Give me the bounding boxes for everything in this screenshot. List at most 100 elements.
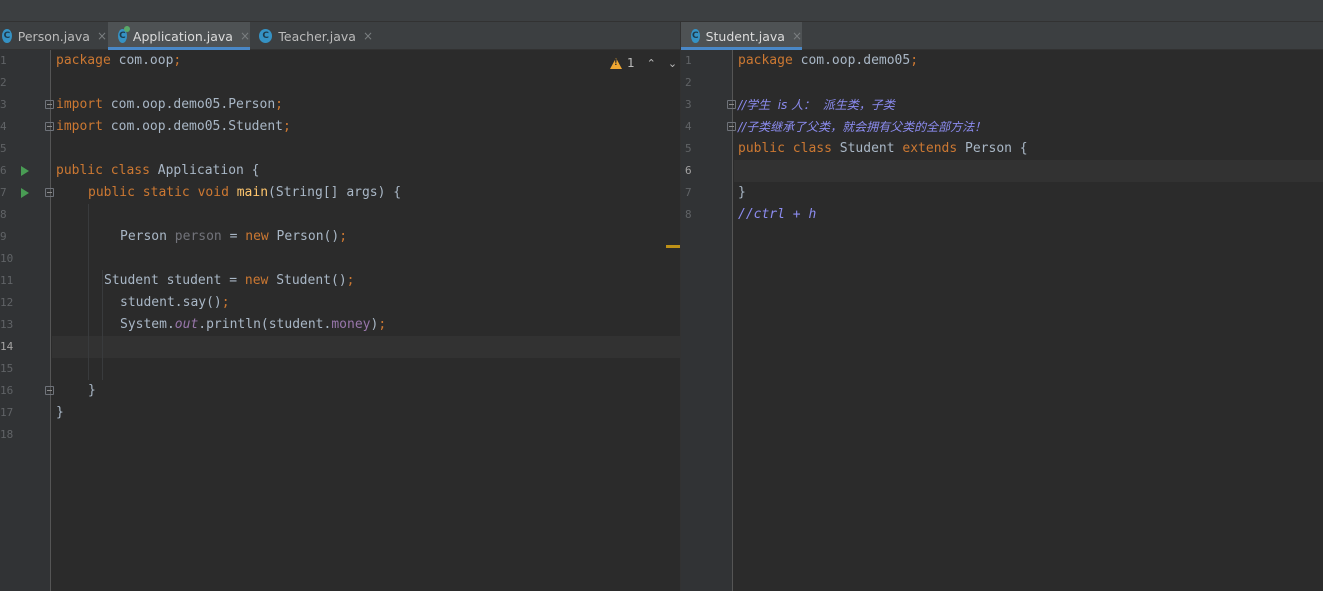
fold-icon[interactable]: [727, 100, 736, 109]
chevron-down-icon[interactable]: ⌄: [668, 57, 677, 70]
close-icon[interactable]: ×: [97, 29, 107, 43]
line-number: 3: [0, 98, 7, 111]
tab-label: Application.java: [132, 28, 233, 44]
keyword: public: [88, 185, 135, 200]
keyword: public: [738, 141, 785, 156]
keyword: class: [110, 163, 150, 178]
line-number: 11: [0, 274, 14, 287]
keyword: class: [792, 141, 832, 156]
fold-icon[interactable]: [45, 100, 54, 109]
tab-application-java[interactable]: C Application.java ×: [108, 22, 250, 50]
indent-guide: [88, 204, 89, 380]
code-line-9: Person person = new Person();: [120, 226, 347, 248]
semicolon: ;: [173, 53, 182, 68]
code-text: System.: [120, 317, 175, 332]
line-number: 6: [0, 164, 7, 177]
line-number: 16: [0, 384, 14, 397]
line-number: 5: [0, 142, 7, 155]
code-text: Student: [831, 141, 903, 156]
line-number: 9: [0, 230, 7, 243]
line-number: 8: [685, 208, 692, 221]
unused-variable: person: [174, 229, 222, 244]
code-line-11: Student student = new Student();: [104, 270, 354, 292]
code-line-3-comment: //学生 is 人： 派生类，子类: [738, 98, 895, 112]
keyword: new: [245, 229, 269, 244]
class-c-icon: C: [2, 29, 12, 43]
semicolon: ;: [339, 229, 348, 244]
keyword: extends: [902, 141, 958, 156]
code-line-3: import com.oop.demo05.Person;: [56, 94, 283, 116]
semicolon: ;: [910, 53, 919, 68]
tab-label: Student.java: [705, 28, 785, 44]
semicolon: ;: [275, 97, 283, 112]
code-line-5: public class Student extends Person {: [738, 138, 1028, 160]
code-line-7: public static void main(String[] args) {: [88, 182, 401, 204]
code-line-1: package com.oop.demo05;: [738, 50, 918, 72]
code-line-16: }: [88, 383, 96, 398]
semicolon: ;: [282, 119, 291, 134]
code-line-6: public class Application {: [56, 160, 260, 182]
code-text: .println(student.: [198, 317, 332, 332]
close-icon[interactable]: ×: [363, 29, 373, 43]
fold-icon[interactable]: [45, 122, 54, 131]
semicolon: ;: [378, 317, 387, 332]
warning-icon: [610, 57, 622, 69]
semicolon: ;: [221, 295, 230, 310]
right-code-editor[interactable]: 1 2 3 4 5 6 7 8 package com.oop.demo05; …: [681, 50, 1323, 591]
run-class-icon[interactable]: [21, 166, 29, 176]
warning-count: 1: [627, 56, 635, 70]
right-tab-bar: C Student.java ×: [681, 22, 1323, 50]
inspection-widget[interactable]: 1 ⌃ ⌄: [610, 56, 677, 70]
code-text: com.oop.demo05.Student: [102, 119, 283, 134]
method-name: main: [236, 185, 269, 200]
code-line-12: student.say();: [120, 292, 230, 314]
warning-stripe-marker[interactable]: [666, 245, 680, 248]
fold-icon[interactable]: [727, 122, 736, 131]
line-gutter: 1 2 3 4 5 6 7 8: [681, 50, 736, 591]
left-code-editor[interactable]: 1 2 3 4 5 6 7 8 9 10 11 12 13 14 15 16 1…: [0, 50, 680, 591]
line-number: 14: [0, 340, 14, 353]
code-text: Student(): [268, 273, 347, 288]
fold-icon[interactable]: [45, 386, 54, 395]
line-number: 4: [0, 120, 7, 133]
fold-icon[interactable]: [45, 188, 54, 197]
tab-label: Teacher.java: [278, 28, 356, 44]
tab-label: Person.java: [17, 28, 90, 44]
code-text: Person(): [268, 229, 340, 244]
right-editor-pane: C Student.java × 1 2 3 4 5 6 7 8 package…: [681, 22, 1323, 591]
run-main-icon[interactable]: [21, 188, 29, 198]
tab-student-java[interactable]: C Student.java ×: [681, 22, 802, 50]
line-number: 4: [685, 120, 692, 133]
code-line-1: package com.oop;: [56, 50, 181, 72]
line-number: 17: [0, 406, 14, 419]
current-line-highlight: [52, 336, 680, 358]
class-c-icon: C: [691, 29, 700, 43]
code-line-4-comment: //子类继承了父类，就会拥有父类的全部方法！: [738, 120, 987, 134]
code-text: Person: [120, 229, 175, 244]
code-line-7: }: [738, 185, 746, 200]
line-number: 1: [685, 54, 692, 67]
keyword: new: [244, 273, 269, 288]
close-icon[interactable]: ×: [240, 29, 250, 43]
keyword: package: [56, 53, 111, 68]
code-text: Person {: [957, 141, 1028, 156]
line-number: 7: [0, 186, 7, 199]
class-c-icon: C: [118, 26, 130, 43]
code-line-13: System.out.println(student.money);: [120, 314, 386, 336]
code-text: student.say(): [120, 295, 222, 310]
current-line-highlight: [734, 160, 1323, 182]
chevron-up-icon[interactable]: ⌃: [647, 57, 656, 70]
code-text: Application {: [149, 163, 260, 178]
static-field: out: [174, 317, 199, 332]
close-icon[interactable]: ×: [792, 29, 802, 43]
indent-guide: [102, 270, 103, 380]
left-tab-bar: C Person.java × C Application.java × C T…: [0, 22, 680, 50]
tab-teacher-java[interactable]: C Teacher.java ×: [251, 22, 373, 50]
code-text: com.oop: [110, 53, 174, 68]
code-text: com.oop.demo05.Person: [102, 97, 276, 112]
tab-person-java[interactable]: C Person.java ×: [0, 22, 107, 50]
line-number: 1: [0, 54, 7, 67]
code-line-8-comment: //ctrl + h: [738, 207, 817, 222]
semicolon: ;: [346, 273, 355, 288]
keyword: static: [142, 185, 190, 200]
